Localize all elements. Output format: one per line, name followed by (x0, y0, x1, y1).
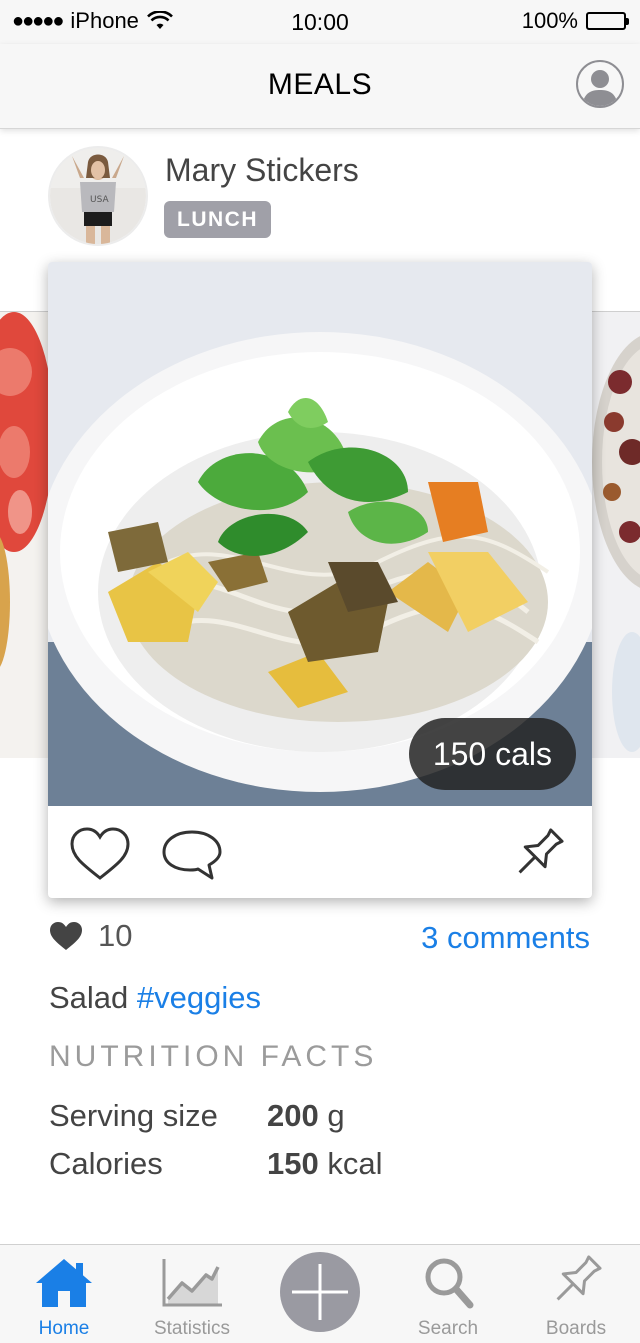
tab-statistics[interactable]: Statistics (128, 1245, 256, 1343)
nutrition-label: Calories (49, 1146, 163, 1181)
card-actions (48, 806, 592, 898)
meal-photo[interactable]: 150 cals (48, 262, 592, 806)
tab-label: Home (38, 1318, 90, 1339)
pin-button[interactable] (506, 826, 570, 882)
nutrition-unit: kcal (327, 1146, 383, 1181)
pin-icon (556, 1255, 602, 1301)
tab-bar: Home Statistics Search Boards (0, 1244, 640, 1343)
page-title: MEALS (267, 68, 373, 101)
likes-count[interactable]: 10 (48, 918, 132, 954)
comment-button[interactable] (160, 826, 224, 882)
avatar[interactable]: USA (48, 146, 148, 246)
heart-filled-icon (50, 922, 82, 950)
nav-bar: MEALS (0, 44, 640, 129)
status-bar: ●●●●● iPhone 10:00 100% (0, 0, 640, 44)
comments-link[interactable]: 3 comments (421, 920, 590, 956)
tab-search[interactable]: Search (384, 1245, 512, 1343)
nutrition-row-serving: Serving size 200 g (49, 1098, 345, 1134)
user-name[interactable]: Mary Stickers (165, 152, 359, 189)
hashtag-link[interactable]: #veggies (137, 980, 261, 1015)
chart-icon (162, 1259, 222, 1307)
avatar-image: USA (50, 148, 146, 244)
speech-bubble-icon (162, 830, 222, 880)
heart-outline-icon (70, 827, 130, 880)
pin-icon (518, 828, 564, 874)
meal-card: 150 cals (48, 262, 592, 898)
tab-label: Search (417, 1318, 479, 1339)
user-icon (582, 70, 618, 106)
battery-icon (586, 12, 629, 30)
home-icon (36, 1259, 92, 1307)
nutrition-value: 200 (267, 1098, 319, 1133)
nutrition-row-calories: Calories 150 kcal (49, 1146, 383, 1182)
battery-percent: 100% (521, 8, 578, 33)
plus-icon (292, 1264, 348, 1320)
nutrition-unit: g (327, 1098, 345, 1133)
status-right: 100% (521, 8, 629, 34)
nutrition-label: Serving size (49, 1098, 218, 1133)
tab-boards[interactable]: Boards (512, 1245, 640, 1343)
svg-text:USA: USA (90, 195, 109, 205)
profile-button[interactable] (576, 60, 624, 108)
search-icon (425, 1258, 474, 1309)
add-meal-button[interactable] (280, 1252, 360, 1332)
next-post-preview[interactable] (592, 312, 640, 758)
caption-text: Salad (49, 980, 129, 1015)
tab-label: Statistics (153, 1318, 231, 1339)
tab-home[interactable]: Home (0, 1245, 128, 1343)
previous-post-preview[interactable] (0, 312, 48, 758)
likes-count-label: 10 (98, 918, 133, 953)
calories-badge: 150 cals (408, 718, 576, 790)
nutrition-facts-title: NUTRITION FACTS (49, 1040, 378, 1073)
nutrition-value: 150 (267, 1146, 319, 1181)
tab-label: Boards (545, 1318, 607, 1339)
caption: Salad #veggies (49, 980, 261, 1016)
meal-type-badge: LUNCH (164, 201, 271, 238)
like-button[interactable] (68, 826, 132, 882)
